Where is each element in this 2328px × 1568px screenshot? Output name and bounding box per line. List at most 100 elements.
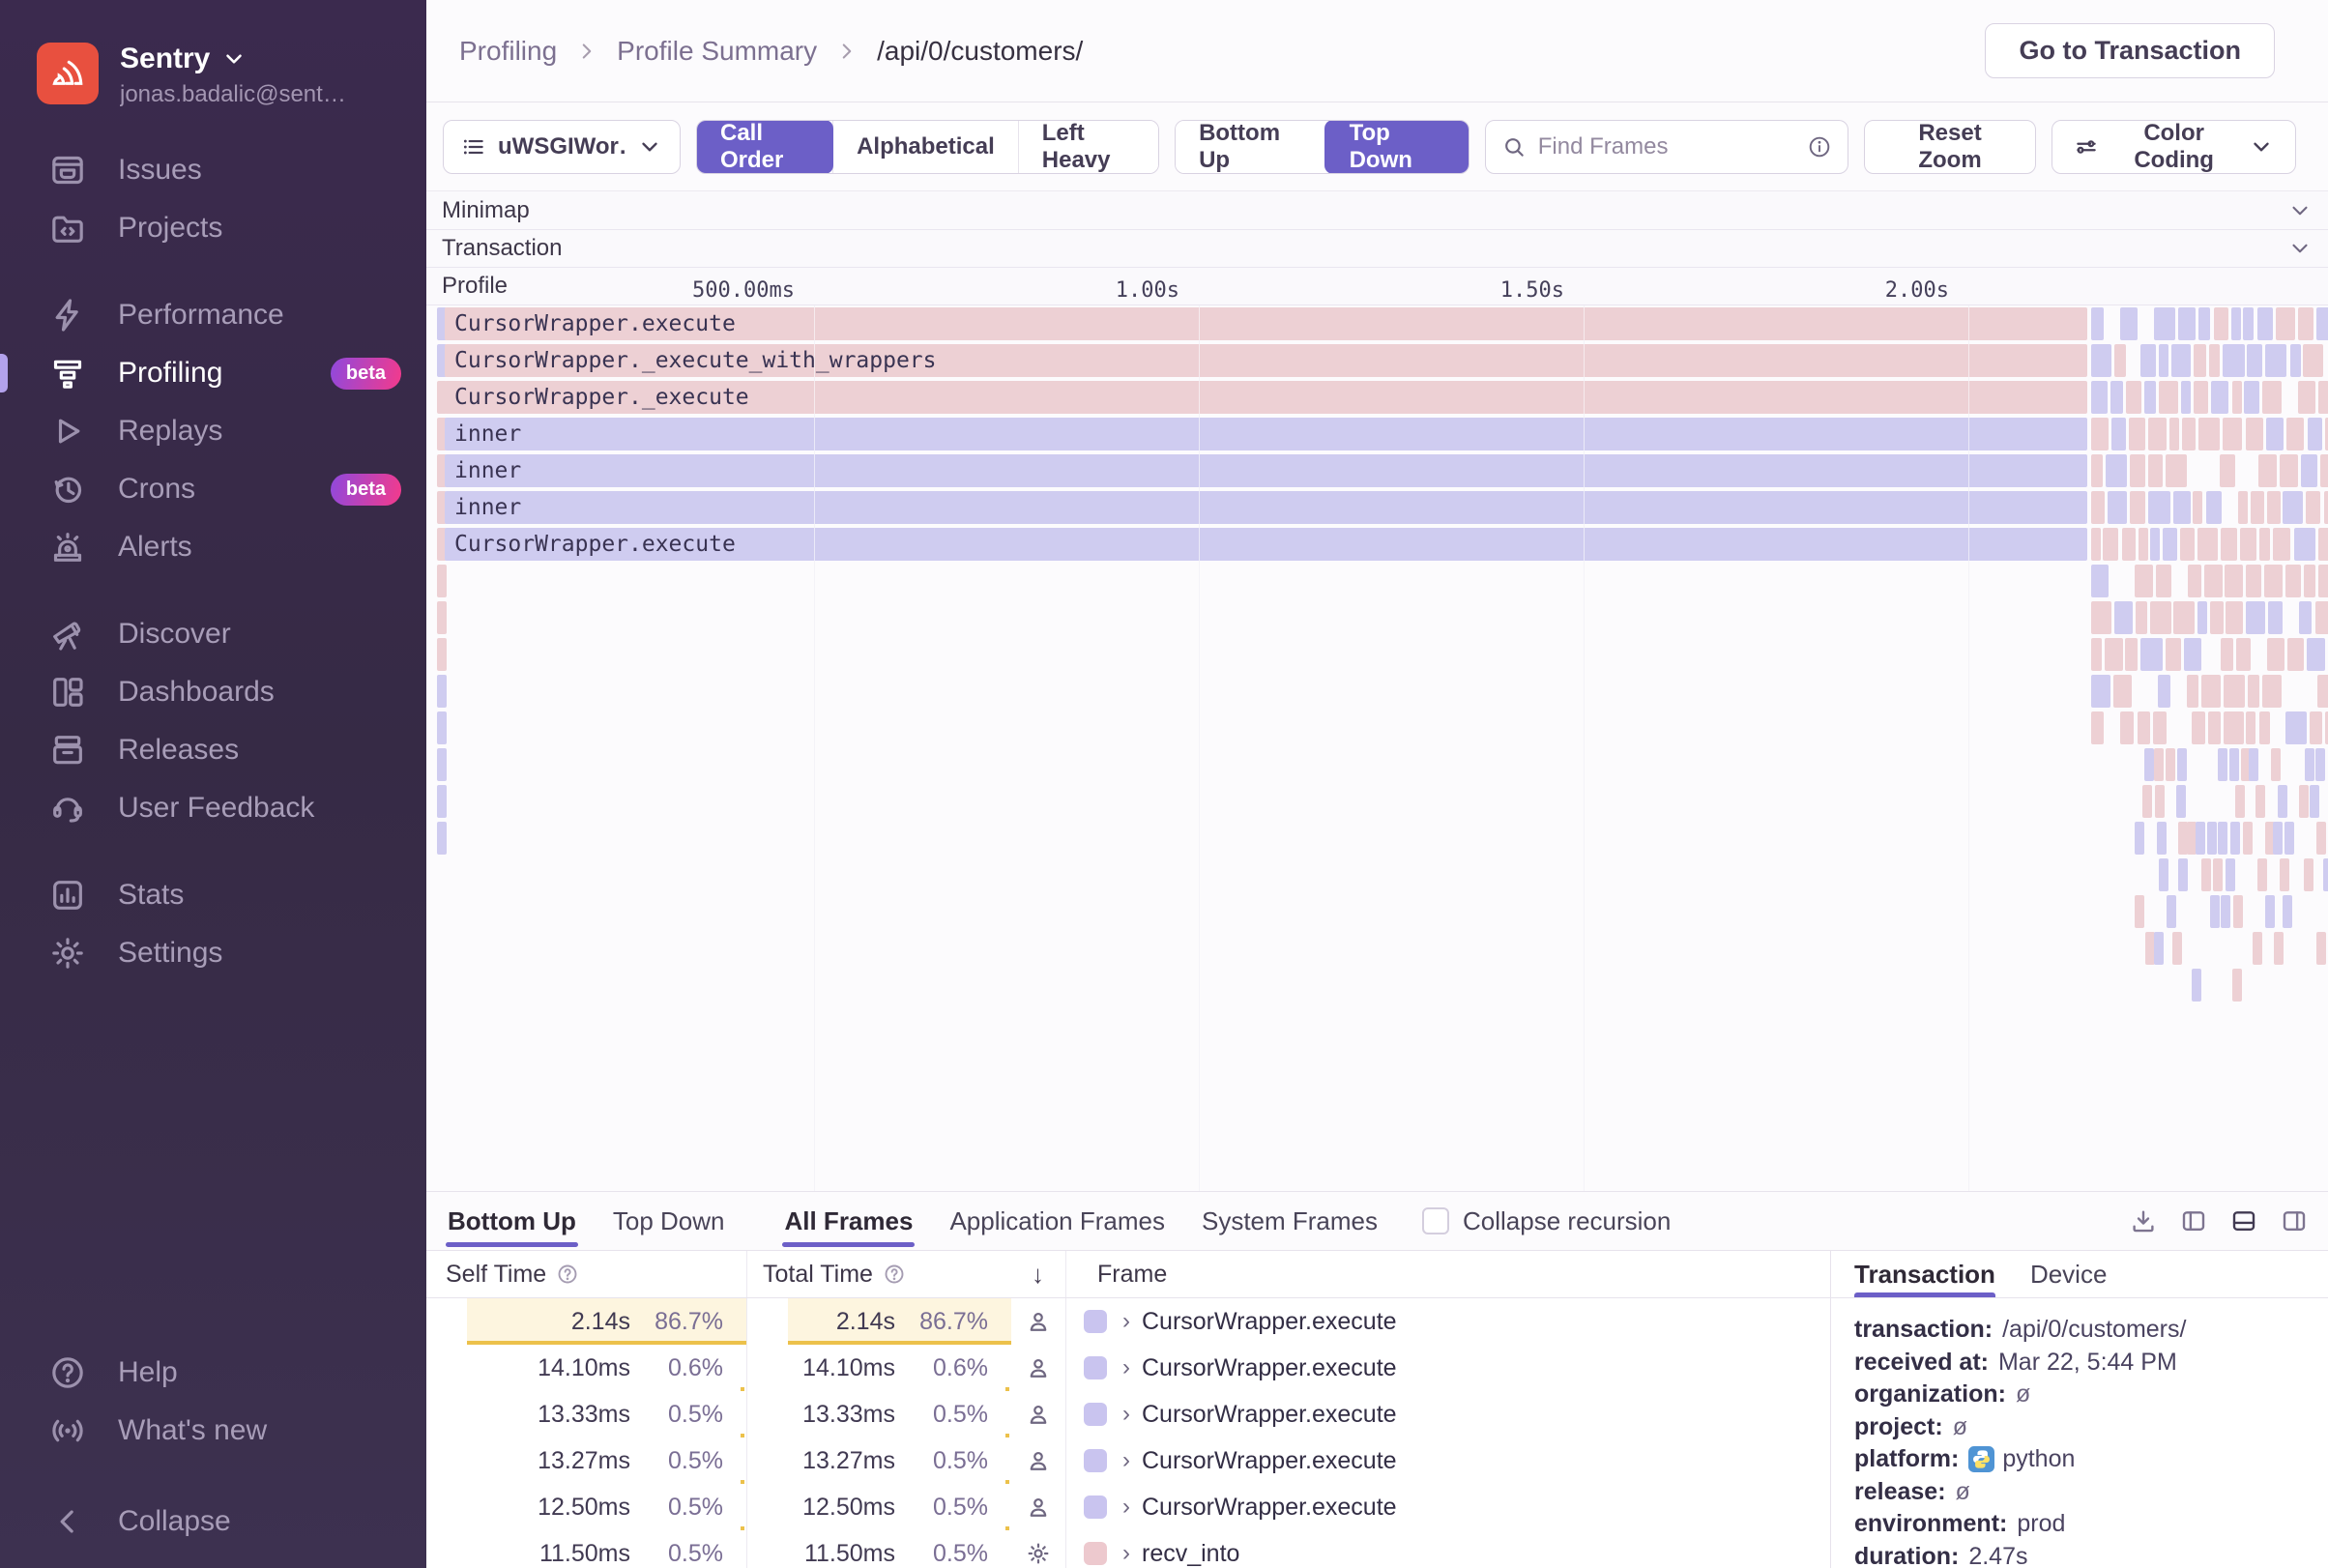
flame-frame-small[interactable] (2173, 601, 2195, 634)
flame-frame-small[interactable] (2153, 711, 2167, 744)
flame-frame-small[interactable] (2122, 528, 2136, 561)
flame-frame-inner[interactable]: inner (445, 454, 2087, 487)
flame-frame-small[interactable] (2299, 785, 2309, 818)
table-row[interactable]: 11.50ms 0.5% 11.50ms 0.5% › recv_into (426, 1530, 1830, 1568)
flame-frame-small[interactable] (2091, 565, 2109, 597)
question-icon[interactable] (556, 1263, 579, 1286)
flame-frame-small[interactable] (2224, 711, 2244, 744)
tab-application-frames[interactable]: Application Frames (947, 1192, 1167, 1250)
flame-frame-small[interactable] (2204, 565, 2223, 597)
flame-frame-small[interactable] (2187, 675, 2198, 708)
table-row[interactable]: 2.14s 86.7% 2.14s 86.7% › CursorWrapper.execu… (426, 1298, 1830, 1345)
go-to-transaction-button[interactable]: Go to Transaction (1985, 23, 2275, 78)
flame-frame-small[interactable] (2135, 895, 2144, 928)
flame-frame-small[interactable] (2178, 307, 2196, 340)
flame-frame-small[interactable] (2264, 565, 2283, 597)
column-header-self-time[interactable]: Self Time (426, 1251, 747, 1297)
sidebar-item-discover[interactable]: Discover (0, 605, 426, 663)
flame-frame-small[interactable] (2120, 307, 2138, 340)
flamegraph[interactable]: CursorWrapper.execute CursorWrapper._exec… (426, 305, 2328, 1191)
flame-frame-small[interactable] (2177, 748, 2187, 781)
flame-frame-small[interactable] (2181, 381, 2191, 414)
flame-frame-small[interactable] (2231, 307, 2241, 340)
breadcrumb-item-0[interactable]: Profiling (459, 36, 557, 67)
flame-frame-small[interactable] (2142, 785, 2152, 818)
table-row[interactable]: 13.33ms 0.5% 13.33ms 0.5% › CursorWrapper.exe… (426, 1391, 1830, 1437)
flame-frame-small[interactable] (2148, 491, 2170, 524)
flame-frame-small[interactable] (2315, 748, 2325, 781)
flame-frame-small[interactable] (2091, 418, 2109, 450)
flame-frame-small[interactable] (2320, 454, 2328, 487)
chevron-down-icon[interactable] (2287, 198, 2313, 223)
flame-frame-small[interactable] (2091, 711, 2104, 744)
flame-frame-small[interactable] (2210, 895, 2220, 928)
flame-frame-small[interactable] (2176, 785, 2186, 818)
flame-frame-small[interactable] (2232, 969, 2242, 1002)
flame-frame-small[interactable] (2135, 822, 2144, 855)
flame-frame-small[interactable] (2276, 307, 2295, 340)
flame-frame-small[interactable] (2197, 528, 2218, 561)
sort-option-alphabetical[interactable]: Alphabetical (832, 121, 1018, 173)
sidebar-item-releases[interactable]: Releases (0, 721, 426, 779)
flame-frame-small[interactable] (2159, 344, 2168, 377)
sidebar-item-profiling[interactable]: Profiling beta (0, 344, 426, 402)
layout-left-icon[interactable] (2179, 1206, 2208, 1235)
sidebar-item-crons[interactable]: Crons beta (0, 460, 426, 518)
flame-frame-small[interactable] (2221, 528, 2237, 561)
flame-frame-small[interactable] (2316, 932, 2326, 965)
flame-frame-small[interactable] (2278, 785, 2287, 818)
flame-frame-small[interactable] (2209, 344, 2220, 377)
flame-frame-small[interactable] (2184, 638, 2201, 671)
sort-option-left-heavy[interactable]: Left Heavy (1017, 121, 1159, 173)
flame-frame-small[interactable] (2304, 565, 2315, 597)
flame-frame-small[interactable] (2120, 711, 2134, 744)
flame-frame-small[interactable] (2091, 454, 2103, 487)
flame-frame-edge[interactable] (437, 822, 447, 855)
flame-frame-small[interactable] (2154, 748, 2164, 781)
flame-frame-small[interactable] (2172, 932, 2182, 965)
org-header[interactable]: Sentry jonas.badalic@sent… (0, 0, 426, 108)
flame-frame-small[interactable] (2125, 638, 2138, 671)
flame-frame-small[interactable] (2138, 711, 2150, 744)
flame-frame-small[interactable] (2166, 748, 2175, 781)
flame-frame-small[interactable] (2287, 638, 2304, 671)
flame-frame-small[interactable] (2144, 748, 2154, 781)
flame-frame-small[interactable] (2286, 418, 2304, 450)
flame-frame-small[interactable] (2211, 381, 2228, 414)
flame-frame-small[interactable] (2130, 491, 2145, 524)
flame-frame-small[interactable] (2317, 675, 2328, 708)
flame-frame-small[interactable] (2208, 711, 2221, 744)
flame-frame-small[interactable] (2283, 491, 2303, 524)
flame-frame-small[interactable] (2318, 528, 2328, 561)
layout-bottom-icon[interactable] (2229, 1206, 2258, 1235)
flame-frame-small[interactable] (2265, 344, 2286, 377)
flame-frame-small[interactable] (2214, 307, 2228, 340)
flame-frame-small[interactable] (2262, 675, 2282, 708)
flame-frame-small[interactable] (2267, 638, 2284, 671)
flame-frame-small[interactable] (2114, 344, 2126, 377)
flame-frame-small[interactable] (2201, 858, 2211, 891)
sidebar-item-settings[interactable]: Settings (0, 924, 426, 982)
frame-cell[interactable]: › CursorWrapper.execute (1066, 1345, 1830, 1391)
flame-frame-small[interactable] (2225, 565, 2243, 597)
collapse-recursion-toggle[interactable]: Collapse recursion (1422, 1192, 1671, 1250)
flame-frame-small[interactable] (2294, 528, 2315, 561)
flame-frame-small[interactable] (2262, 381, 2282, 414)
flame-frame-small[interactable] (2324, 491, 2328, 524)
flame-frame-small[interactable] (2110, 381, 2123, 414)
flame-frame-edge[interactable] (437, 565, 447, 597)
flame-frame-small[interactable] (2303, 344, 2323, 377)
flame-frame-small[interactable] (2248, 675, 2259, 708)
flame-frame-cursorwrapper-execute-with-wrappers[interactable]: CursorWrapper._execute_with_wrappers (445, 344, 2087, 377)
flame-frame-small[interactable] (2156, 565, 2171, 597)
flame-frame-small[interactable] (2221, 638, 2233, 671)
collapse-recursion-checkbox[interactable] (1422, 1207, 1450, 1234)
flame-frame-small[interactable] (2290, 344, 2301, 377)
flame-frame-small[interactable] (2316, 822, 2326, 855)
flame-frame-small[interactable] (2192, 711, 2205, 744)
tab-bottom-up[interactable]: Bottom Up (446, 1192, 578, 1250)
flame-frame-small[interactable] (2140, 638, 2163, 671)
flame-frame-small[interactable] (2226, 601, 2243, 634)
flame-frame-small[interactable] (2304, 858, 2313, 891)
minimap-section-header[interactable]: Minimap (426, 191, 2328, 230)
